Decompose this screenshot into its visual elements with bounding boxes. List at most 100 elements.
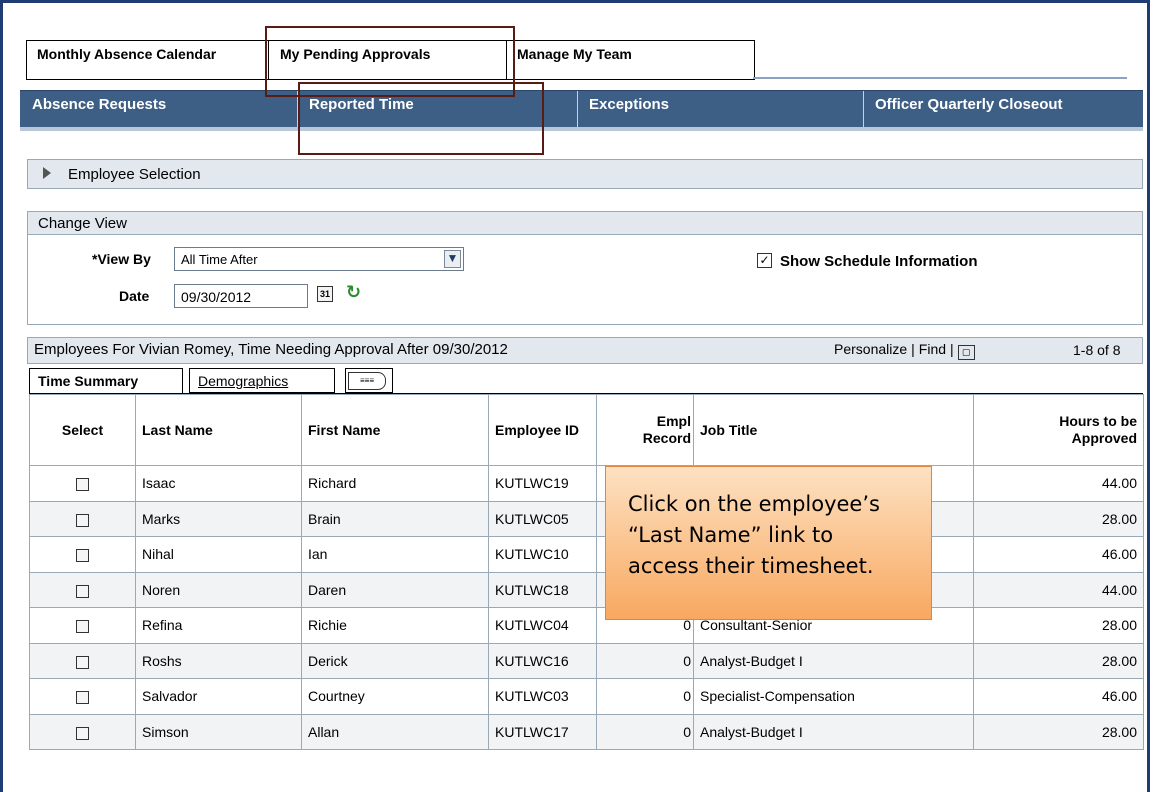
employee-selection-section[interactable]: Employee Selection: [27, 159, 1143, 189]
tab-manage-my-team[interactable]: Manage My Team: [506, 41, 754, 79]
col-header-first-name[interactable]: First Name: [301, 394, 489, 466]
hours-cell: 28.00: [973, 642, 1144, 679]
tab-demographics[interactable]: Demographics: [189, 368, 335, 393]
refresh-icon[interactable]: ↻: [346, 282, 361, 303]
last-name-link[interactable]: Marks: [135, 500, 302, 537]
show-all-columns-icon: ≡≡≡: [348, 372, 386, 390]
nav-absence-requests[interactable]: Absence Requests: [20, 91, 296, 127]
row-select-checkbox-cell[interactable]: [29, 500, 136, 537]
table-row: Noren Daren KUTLWC18 44.00: [29, 571, 1144, 608]
hours-cell: 46.00: [973, 678, 1144, 715]
row-select-checkbox-cell[interactable]: [29, 571, 136, 608]
row-select-checkbox-cell[interactable]: [29, 713, 136, 750]
table-row: Salvador Courtney KUTLWC03 0 Specialist-Comp…: [29, 678, 1144, 715]
personalize-link[interactable]: Personalize: [834, 341, 907, 357]
table-row: Simson Allan KUTLWC17 0 Analyst-Budget I 28.0…: [29, 713, 1144, 750]
col-header-hours[interactable]: Hours to be Approved: [973, 394, 1144, 466]
col-header-hours-1: Hours to be: [1059, 413, 1137, 429]
sub-nav-bar: Absence Requests Reported Time Exception…: [20, 90, 1143, 131]
employee-grid: Select Last Name First Name Employee ID …: [29, 394, 1144, 750]
show-schedule-checkbox[interactable]: ✓: [757, 253, 772, 268]
row-select-checkbox-cell[interactable]: [29, 642, 136, 679]
job-title-cell: Analyst-Budget I: [693, 642, 974, 679]
employee-id-cell: KUTLWC05: [488, 500, 597, 537]
hours-cell: 44.00: [973, 465, 1144, 502]
tab-monthly-absence-calendar[interactable]: Monthly Absence Calendar: [27, 41, 269, 79]
table-row: Roshs Derick KUTLWC16 0 Analyst-Budget I 28.0…: [29, 642, 1144, 679]
employee-id-cell: KUTLWC17: [488, 713, 597, 750]
row-select-checkbox[interactable]: [76, 549, 89, 563]
row-select-checkbox[interactable]: [76, 513, 89, 527]
show-all-columns-tab[interactable]: ≡≡≡: [345, 368, 393, 393]
last-name-link[interactable]: Salvador: [135, 678, 302, 715]
change-view-title: Change View: [38, 215, 127, 232]
view-by-select[interactable]: All Time After ▼: [174, 247, 464, 271]
date-input[interactable]: 09/30/2012: [174, 284, 308, 308]
first-name-cell: Courtney: [301, 678, 489, 715]
hours-cell: 44.00: [973, 571, 1144, 608]
last-name-link[interactable]: Simson: [135, 713, 302, 750]
first-name-cell: Ian: [301, 536, 489, 573]
col-header-employee-id[interactable]: Employee ID: [488, 394, 597, 466]
first-name-cell: Richard: [301, 465, 489, 502]
tab-demographics-label: Demographics: [198, 373, 289, 389]
nav-exceptions[interactable]: Exceptions: [577, 91, 863, 127]
table-row: Marks Brain KUTLWC05 28.00: [29, 500, 1144, 537]
row-select-checkbox[interactable]: [76, 584, 89, 598]
row-select-checkbox[interactable]: [76, 726, 89, 740]
first-name-cell: Derick: [301, 642, 489, 679]
row-select-checkbox-cell[interactable]: [29, 678, 136, 715]
empl-record-cell: 0: [596, 642, 694, 679]
show-schedule-label: Show Schedule Information: [780, 253, 978, 270]
row-select-checkbox-cell[interactable]: [29, 465, 136, 502]
grid-row-count: 1-8 of 8: [1073, 342, 1121, 358]
nav-officer-quarterly-closeout[interactable]: Officer Quarterly Closeout: [863, 91, 1143, 127]
hours-cell: 28.00: [973, 500, 1144, 537]
row-select-checkbox[interactable]: [76, 620, 89, 634]
last-name-link[interactable]: Refina: [135, 607, 302, 644]
table-row: Refina Richie KUTLWC04 0 Consultant-Senior 28…: [29, 607, 1144, 644]
employee-id-cell: KUTLWC04: [488, 607, 597, 644]
first-name-cell: Allan: [301, 713, 489, 750]
row-select-checkbox-cell[interactable]: [29, 607, 136, 644]
employee-selection-label: Employee Selection: [68, 166, 201, 183]
last-name-link[interactable]: Roshs: [135, 642, 302, 679]
employee-id-cell: KUTLWC18: [488, 571, 597, 608]
employee-id-cell: KUTLWC03: [488, 678, 597, 715]
table-row: Isaac Richard KUTLWC19 44.00: [29, 465, 1144, 502]
change-view-header: Change View: [27, 211, 1143, 235]
find-link[interactable]: Find: [919, 341, 946, 357]
row-select-checkbox[interactable]: [76, 655, 89, 669]
view-by-value: All Time After: [181, 252, 258, 267]
expand-triangle-icon: [43, 167, 51, 179]
col-header-empl-record[interactable]: Empl Record: [596, 394, 694, 466]
last-name-link[interactable]: Noren: [135, 571, 302, 608]
empl-record-cell: 0: [596, 713, 694, 750]
col-header-select: Select: [29, 394, 136, 466]
row-select-checkbox-cell[interactable]: [29, 536, 136, 573]
highlight-box-reported-time: [298, 82, 544, 155]
grid-header-row: Select Last Name First Name Employee ID …: [29, 394, 1144, 466]
zoom-grid-icon[interactable]: ▢: [957, 345, 975, 360]
col-header-empl-record-2: Record: [642, 430, 691, 446]
col-header-last-name[interactable]: Last Name: [135, 394, 302, 466]
col-header-job-title[interactable]: Job Title: [693, 394, 974, 466]
grid-title: Employees For Vivian Romey, Time Needing…: [34, 341, 508, 358]
date-label: Date: [119, 288, 150, 304]
hours-cell: 46.00: [973, 536, 1144, 573]
hours-cell: 28.00: [973, 713, 1144, 750]
hours-cell: 28.00: [973, 607, 1144, 644]
first-name-cell: Daren: [301, 571, 489, 608]
calendar-icon[interactable]: 31: [317, 286, 333, 302]
tab-bar-underline: [753, 77, 1127, 79]
job-title-cell: Analyst-Budget I: [693, 713, 974, 750]
dropdown-arrow-icon[interactable]: ▼: [444, 250, 461, 268]
tab-time-summary[interactable]: Time Summary: [29, 368, 183, 394]
row-select-checkbox[interactable]: [76, 691, 89, 705]
empl-record-cell: 0: [596, 678, 694, 715]
row-select-checkbox[interactable]: [76, 478, 89, 492]
last-name-link[interactable]: Isaac: [135, 465, 302, 502]
table-row: Nihal Ian KUTLWC10 46.00: [29, 536, 1144, 573]
instruction-callout: Click on the employee’s “Last Name” link…: [605, 466, 932, 620]
last-name-link[interactable]: Nihal: [135, 536, 302, 573]
